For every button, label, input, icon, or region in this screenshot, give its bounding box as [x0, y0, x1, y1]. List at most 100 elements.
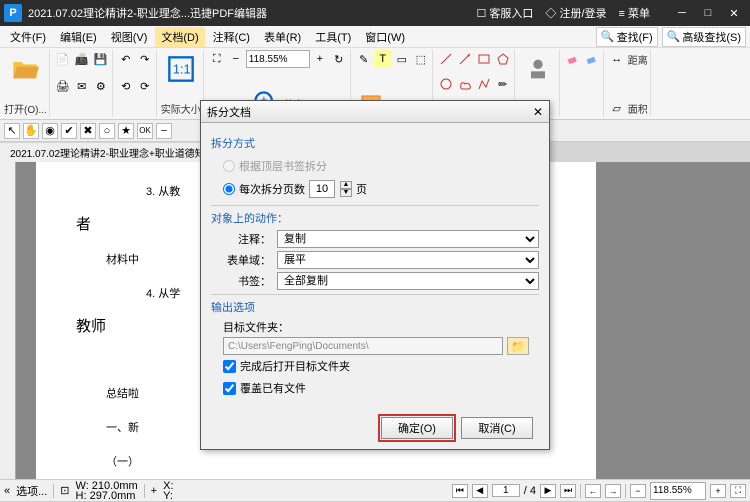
svg-text:1:1: 1:1: [173, 62, 191, 77]
minus-icon[interactable]: −: [156, 123, 172, 139]
titlebar: P 2021.07.02理论精讲2-职业理念...迅捷PDF编辑器 ☐ 客服入口…: [0, 0, 750, 26]
menu-view[interactable]: 视图(V): [105, 27, 154, 47]
close-button[interactable]: ✕: [722, 4, 746, 22]
cancel-button[interactable]: 取消(C): [461, 417, 533, 439]
main-menu-link[interactable]: ≡ 菜单: [619, 5, 650, 21]
redo-icon[interactable]: ↷: [136, 50, 154, 68]
zoom-combo[interactable]: [246, 50, 310, 68]
rotate-left-icon[interactable]: ⟲: [117, 77, 135, 95]
minimize-button[interactable]: ─: [670, 4, 694, 22]
area-icon[interactable]: ▱: [608, 99, 626, 117]
zoom-in-icon[interactable]: +: [311, 50, 329, 68]
maximize-button[interactable]: □: [696, 4, 720, 22]
menu-tools[interactable]: 工具(T): [309, 27, 357, 47]
zoom-out-icon[interactable]: −: [227, 50, 245, 68]
arrow-icon[interactable]: [456, 50, 474, 68]
open-button[interactable]: [6, 50, 44, 88]
next-page-button[interactable]: ▶: [540, 484, 556, 498]
form-icon[interactable]: ▭: [393, 50, 411, 68]
advanced-search-button[interactable]: 🔍高级查找(S): [662, 27, 746, 47]
by-bookmark-label: 根据顶层书签拆分: [239, 158, 327, 174]
login-link[interactable]: ◇ 注册/登录: [545, 5, 606, 21]
rect-icon[interactable]: [475, 50, 493, 68]
formfields-label: 表单域：: [223, 252, 271, 268]
circle-icon[interactable]: [437, 75, 455, 93]
save-icon[interactable]: 💾: [92, 50, 110, 68]
polyline-icon[interactable]: [475, 75, 493, 93]
new-icon[interactable]: 📄: [54, 50, 72, 68]
hand-tool[interactable]: ✋: [23, 123, 39, 139]
pages-unit: 页: [356, 181, 367, 197]
formfields-combo[interactable]: 展平: [277, 251, 539, 269]
settings-icon[interactable]: ⚙: [92, 77, 110, 95]
collapse-icon[interactable]: «: [4, 485, 10, 497]
search-button[interactable]: 🔍查找(F): [596, 27, 658, 47]
last-page-button[interactable]: ⏭: [560, 484, 576, 498]
first-page-button[interactable]: ⏮: [452, 484, 468, 498]
comments-combo[interactable]: 复制: [277, 230, 539, 248]
menu-window[interactable]: 窗口(W): [359, 27, 411, 47]
page-total: / 4: [524, 485, 536, 497]
zoom-out-button[interactable]: −: [630, 484, 646, 498]
service-link[interactable]: ☐ 客服入口: [476, 5, 533, 21]
fit-button[interactable]: ⛶: [730, 484, 746, 498]
by-bookmark-radio[interactable]: [223, 160, 235, 172]
zoom-in-button[interactable]: +: [710, 484, 726, 498]
pages-spinner[interactable]: ▲▼: [340, 181, 352, 197]
menu-file[interactable]: 文件(F): [4, 27, 52, 47]
open-label: 打开(O)...: [4, 100, 47, 117]
by-pages-radio[interactable]: [223, 183, 235, 195]
menu-document[interactable]: 文档(D): [155, 27, 204, 47]
line-icon[interactable]: [437, 50, 455, 68]
page-number-input[interactable]: [492, 484, 520, 497]
menu-form[interactable]: 表单(R): [258, 27, 307, 47]
rotate-right-icon[interactable]: ⟳: [136, 77, 154, 95]
dialog-close-button[interactable]: ✕: [533, 105, 543, 119]
menu-edit[interactable]: 编辑(E): [54, 27, 103, 47]
rotate-icon[interactable]: ↻: [330, 50, 348, 68]
pencil-icon[interactable]: ✏: [494, 75, 512, 93]
eraser2-icon[interactable]: [583, 50, 601, 68]
star-icon[interactable]: ★: [118, 123, 134, 139]
window-title: 2021.07.02理论精讲2-职业理念...迅捷PDF编辑器: [28, 5, 476, 21]
target-path-input[interactable]: [223, 337, 503, 355]
edit-text-icon[interactable]: ✎: [355, 50, 373, 68]
circle-mark-icon[interactable]: ○: [99, 123, 115, 139]
overwrite-checkbox[interactable]: [223, 382, 236, 395]
back-button[interactable]: ←: [585, 484, 601, 498]
open-after-checkbox[interactable]: [223, 360, 236, 373]
actual-label: 实际大小: [161, 100, 201, 117]
document-tab[interactable]: 2021.07.02理论精讲2-职业理念+职业道德知: [0, 143, 216, 162]
bookmarks-combo[interactable]: 全部复制: [277, 272, 539, 290]
zoom-status-input[interactable]: [650, 482, 706, 500]
select-tool[interactable]: ↖: [4, 123, 20, 139]
stamp-button[interactable]: [519, 50, 557, 88]
ok-icon[interactable]: OK: [137, 123, 153, 139]
distance-icon[interactable]: ↔: [608, 50, 626, 68]
check-icon[interactable]: ✔: [61, 123, 77, 139]
cloud-icon[interactable]: [456, 75, 474, 93]
eraser-icon[interactable]: [564, 50, 582, 68]
prev-page-button[interactable]: ◀: [472, 484, 488, 498]
undo-icon[interactable]: ↶: [117, 50, 135, 68]
options-link[interactable]: 选项...: [16, 483, 47, 499]
print-icon[interactable]: 🖨: [54, 77, 72, 95]
scan-icon[interactable]: 📠: [73, 50, 91, 68]
polygon-icon[interactable]: [494, 50, 512, 68]
dialog-titlebar[interactable]: 拆分文档 ✕: [201, 101, 549, 123]
button-icon[interactable]: ⬚: [412, 50, 430, 68]
page-height: H: 297.0mm: [76, 491, 138, 501]
highlight-icon[interactable]: T: [374, 50, 392, 68]
mail-icon[interactable]: ✉: [73, 77, 91, 95]
comments-label: 注释：: [223, 231, 271, 247]
menu-comment[interactable]: 注释(C): [207, 27, 256, 47]
actual-size-button[interactable]: 1:1: [162, 50, 200, 88]
fit-page-icon[interactable]: ⛶: [208, 50, 226, 68]
snapshot-icon[interactable]: ◉: [42, 123, 58, 139]
ok-button[interactable]: 确定(O): [381, 417, 453, 439]
crop-icon[interactable]: ⊡: [60, 484, 69, 497]
pages-input[interactable]: [309, 180, 335, 198]
cross-icon[interactable]: ✖: [80, 123, 96, 139]
browse-button[interactable]: 📁: [507, 337, 529, 355]
forward-button[interactable]: →: [605, 484, 621, 498]
